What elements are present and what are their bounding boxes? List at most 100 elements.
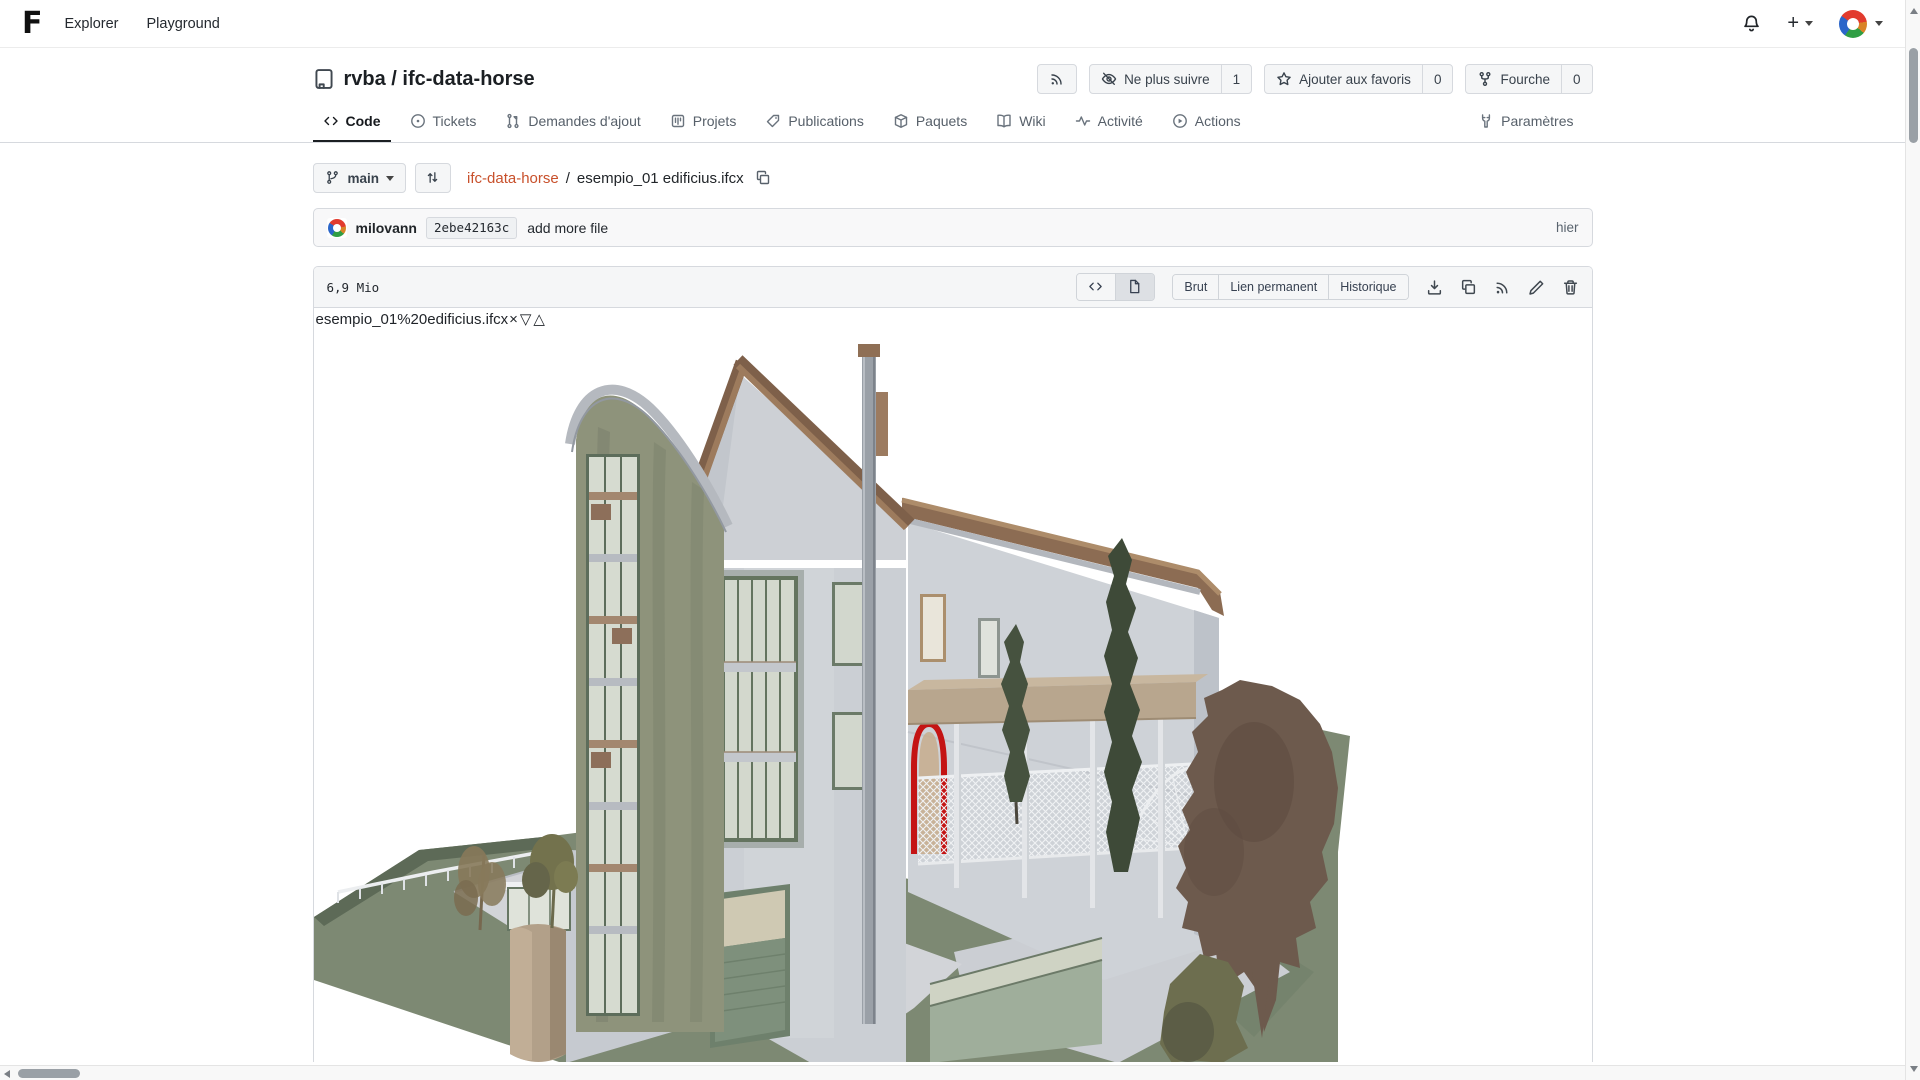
notifications-bell-icon[interactable]	[1742, 14, 1761, 33]
star-count[interactable]: 0	[1422, 65, 1453, 93]
watch-label: Ne plus suivre	[1124, 72, 1210, 87]
tab-label: Code	[346, 113, 381, 129]
repo-header: rvba / ifc-data-horse Ne plus suivre 1	[313, 64, 1593, 94]
plus-icon: +	[1787, 12, 1799, 35]
file-actions-group: Brut Lien permanent Historique	[1172, 274, 1408, 300]
commit-time: hier	[1556, 220, 1579, 235]
tab-wiki[interactable]: Wiki	[986, 104, 1055, 142]
branch-icon	[325, 170, 341, 186]
star-icon	[1276, 71, 1292, 87]
tag-icon	[765, 113, 781, 129]
expand-up-icon[interactable]: △	[532, 310, 546, 328]
rss-button[interactable]	[1037, 64, 1077, 94]
3d-model-canvas[interactable]	[314, 332, 1592, 1062]
chevron-down-icon	[1875, 21, 1883, 26]
fork-count[interactable]: 0	[1561, 65, 1592, 93]
tab-releases[interactable]: Publications	[755, 104, 874, 142]
scroll-down-arrow-icon[interactable]	[1910, 1066, 1918, 1072]
tab-label: Tickets	[433, 113, 477, 129]
file-view-box: 6,9 Mio Brut Lien permanent Historique	[313, 266, 1593, 1062]
fork-icon	[1477, 71, 1493, 87]
close-icon[interactable]: ×	[508, 311, 519, 328]
breadcrumb-separator: /	[566, 170, 570, 187]
commit-author-name[interactable]: milovann	[356, 220, 417, 236]
create-new-button[interactable]: +	[1787, 12, 1813, 35]
fork-button[interactable]: Fourche 0	[1465, 64, 1592, 94]
file-header: 6,9 Mio Brut Lien permanent Historique	[314, 267, 1592, 308]
raw-button[interactable]: Brut	[1173, 275, 1219, 299]
tab-label: Actions	[1195, 113, 1241, 129]
issue-icon	[410, 113, 426, 129]
permalink-button[interactable]: Lien permanent	[1219, 275, 1329, 299]
tools-icon	[1478, 113, 1494, 129]
tab-label: Paquets	[916, 113, 967, 129]
watch-count[interactable]: 1	[1221, 65, 1252, 93]
file-icon	[1127, 279, 1143, 295]
repo-action-buttons: Ne plus suivre 1 Ajouter aux favoris 0	[1037, 64, 1592, 94]
tab-activity[interactable]: Activité	[1065, 104, 1153, 142]
commit-message[interactable]: add more file	[527, 220, 608, 236]
download-icon[interactable]	[1426, 279, 1443, 296]
rendered-view-button[interactable]	[1116, 274, 1154, 300]
nav-link-explore[interactable]: Explorer	[65, 16, 119, 32]
tab-packages[interactable]: Paquets	[883, 104, 977, 142]
watch-button[interactable]: Ne plus suivre 1	[1089, 64, 1252, 94]
model-name: esempio_01%20edificius.ifcx	[316, 311, 509, 328]
compare-button[interactable]	[415, 163, 451, 193]
forgejo-logo[interactable]: F	[22, 9, 41, 39]
tower	[570, 390, 728, 1032]
tab-label: Paramètres	[1501, 113, 1573, 129]
commit-hash-link[interactable]: 2ebe42163c	[426, 217, 517, 239]
source-view-button[interactable]	[1077, 274, 1116, 300]
horizontal-scrollbar[interactable]	[0, 1065, 1905, 1080]
package-icon	[893, 113, 909, 129]
top-navbar: F Explorer Playground +	[0, 0, 1905, 48]
tab-label: Demandes d'ajout	[528, 113, 640, 129]
user-menu[interactable]	[1839, 10, 1883, 38]
tab-code[interactable]: Code	[313, 104, 391, 142]
latest-commit-bar: milovann 2ebe42163c add more file hier	[313, 208, 1593, 247]
tab-settings[interactable]: Paramètres	[1468, 104, 1583, 142]
compare-icon	[425, 170, 441, 186]
play-circle-icon	[1172, 113, 1188, 129]
scroll-left-arrow-icon[interactable]	[4, 1070, 10, 1078]
rss-icon[interactable]	[1494, 279, 1511, 296]
view-mode-group	[1076, 273, 1155, 301]
branch-name: main	[348, 171, 380, 186]
tab-projects[interactable]: Projets	[660, 104, 747, 142]
vertical-scroll-thumb[interactable]	[1909, 48, 1918, 143]
breadcrumb-repo-link[interactable]: ifc-data-horse	[467, 170, 559, 187]
tab-label: Publications	[788, 113, 864, 129]
tab-label: Activité	[1098, 113, 1143, 129]
repo-tabs-bar: Code Tickets Demandes d'ajout Projets Pu…	[0, 104, 1905, 143]
history-button[interactable]: Historique	[1329, 275, 1407, 299]
breadcrumb-filename: esempio_01 edificius.ifcx	[577, 170, 744, 187]
chevron-down-icon	[1805, 21, 1813, 26]
fork-label: Fourche	[1500, 72, 1550, 87]
tab-label: Projets	[693, 113, 737, 129]
ifc-3d-viewer: esempio_01%20edificius.ifcx×▽△	[314, 308, 1592, 1062]
tab-issues[interactable]: Tickets	[400, 104, 487, 142]
star-label: Ajouter aux favoris	[1299, 72, 1411, 87]
commit-author-avatar[interactable]	[327, 218, 347, 238]
branch-selector[interactable]: main	[313, 163, 407, 193]
star-button[interactable]: Ajouter aux favoris 0	[1264, 64, 1453, 94]
rss-icon	[1049, 71, 1065, 87]
delete-trash-icon[interactable]	[1562, 279, 1579, 296]
tab-label: Wiki	[1019, 113, 1045, 129]
scroll-up-arrow-icon[interactable]	[1910, 8, 1918, 14]
tab-pull-requests[interactable]: Demandes d'ajout	[495, 104, 650, 142]
tab-actions[interactable]: Actions	[1162, 104, 1251, 142]
copy-path-icon[interactable]	[755, 170, 771, 186]
page: F Explorer Playground + rvba / ifc-data-…	[0, 0, 1905, 1065]
pulse-icon	[1075, 113, 1091, 129]
tabs-spacer	[1260, 104, 1468, 142]
horizontal-scroll-thumb[interactable]	[18, 1069, 80, 1078]
vertical-scrollbar[interactable]	[1905, 0, 1920, 1080]
repo-title[interactable]: rvba / ifc-data-horse	[344, 68, 535, 91]
collapse-down-icon[interactable]: ▽	[519, 310, 533, 328]
edit-pencil-icon[interactable]	[1528, 279, 1545, 296]
nav-link-playground[interactable]: Playground	[147, 16, 220, 32]
copy-content-icon[interactable]	[1460, 279, 1477, 296]
code-icon	[323, 113, 339, 129]
